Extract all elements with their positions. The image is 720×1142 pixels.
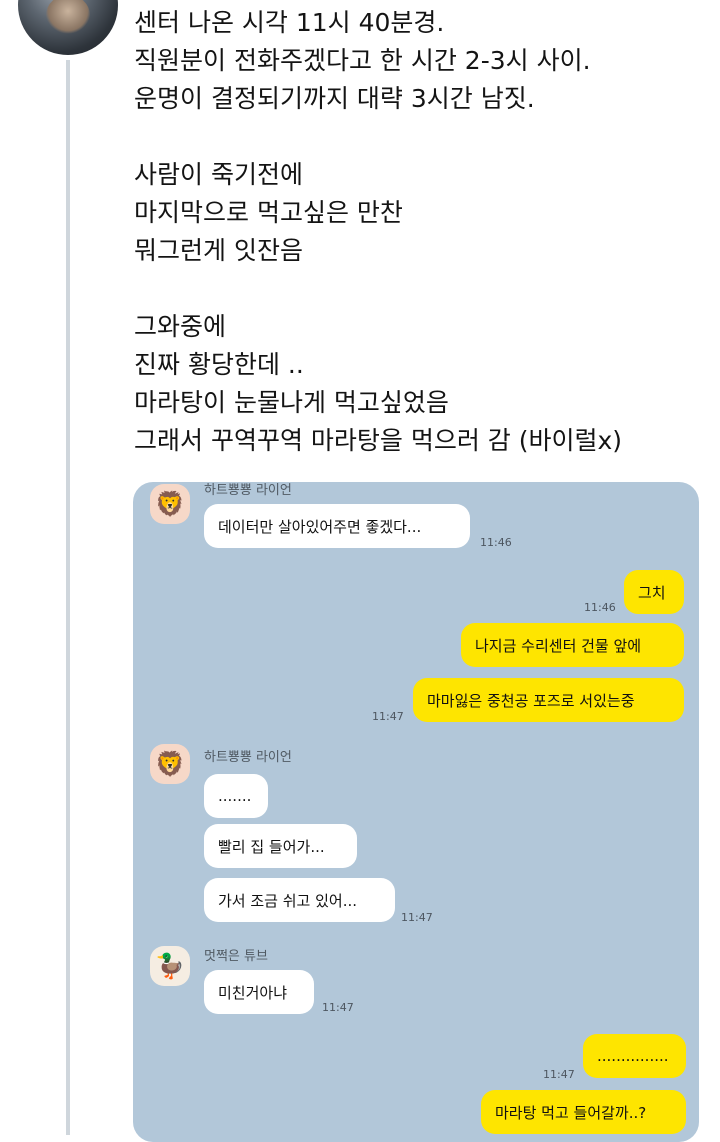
tweet-line: 그와중에 — [134, 312, 227, 341]
lion-character-icon: 🦁 — [150, 744, 190, 784]
tweet-line: 뭐그런게 잇잔음 — [134, 236, 303, 265]
chat-bubble-incoming: 미친거아냐 — [204, 970, 314, 1014]
tweet-text: 센터 나온 시각 11시 40분경. 직원분이 전화주겠다고 한 시간 2-3시… — [134, 4, 704, 460]
message-time: 11:46 — [584, 601, 616, 614]
message-time: 11:47 — [543, 1068, 575, 1081]
chat-bubble-outgoing: 그치 — [624, 570, 684, 614]
tweet-line: 운명이 결정되기까지 대략 3시간 남짓. — [134, 84, 535, 113]
message-time: 11:47 — [401, 911, 433, 924]
chat-bubble-outgoing: ............... — [583, 1034, 686, 1078]
sender-name: 멋쩍은 튜브 — [204, 949, 268, 964]
message-time: 11:47 — [322, 1001, 354, 1014]
profile-avatar[interactable] — [18, 0, 118, 55]
sender-name: 하트뿅뿅 라이언 — [204, 750, 292, 765]
message-time: 11:47 — [372, 710, 404, 723]
chat-bubble-outgoing: 마마잃은 중천공 포즈로 서있는중 — [413, 678, 684, 722]
tweet-line: 그래서 꾸역꾸역 마라탕을 먹으러 감 (바이럴x) — [134, 426, 623, 455]
chat-screenshot: 🦁 하트뿅뿅 라이언 데이터만 살아있어주면 좋겠다... 11:46 그치 1… — [133, 482, 699, 1142]
lion-character-icon: 🦁 — [150, 484, 190, 524]
message-time: 11:46 — [480, 536, 512, 549]
sender-name: 하트뿅뿅 라이언 — [204, 483, 292, 498]
chat-bubble-outgoing: 마라탕 먹고 들어갈까..? — [481, 1090, 686, 1134]
tweet-line: 마라탕이 눈물나게 먹고싶었음 — [134, 388, 449, 417]
tweet-line: 센터 나온 시각 11시 40분경. — [134, 8, 445, 37]
chat-bubble-incoming: 빨리 집 들어가... — [204, 824, 357, 868]
thread-line — [66, 60, 70, 1135]
tweet-line: 진짜 황당한데 .. — [134, 350, 304, 379]
chat-bubble-outgoing: 나지금 수리센터 건물 앞에 — [461, 623, 684, 667]
tweet-line: 직원분이 전화주겠다고 한 시간 2-3시 사이. — [134, 46, 591, 75]
chat-bubble-incoming: ....... — [204, 774, 268, 818]
tweet-line: 사람이 죽기전에 — [134, 160, 303, 189]
tweet-line-blank — [134, 270, 704, 308]
duck-character-icon: 🦆 — [150, 946, 190, 986]
tweet-line-blank — [134, 118, 704, 156]
chat-bubble-incoming: 가서 조금 쉬고 있어... — [204, 878, 395, 922]
chat-bubble-incoming: 데이터만 살아있어주면 좋겠다... — [204, 504, 470, 548]
tweet-line: 마지막으로 먹고싶은 만찬 — [134, 198, 403, 227]
